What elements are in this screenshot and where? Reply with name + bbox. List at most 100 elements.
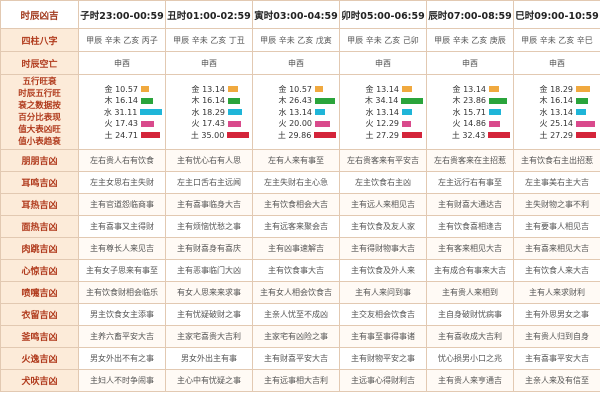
wuxing-bar: [489, 86, 499, 92]
omen-cell: 主有人来问到事: [339, 281, 427, 304]
wuxing-entry: 金 13.14: [343, 83, 423, 95]
omen-cell: 主有忧疑破财之事: [165, 303, 253, 326]
wuxing-value: 31.11: [114, 107, 138, 117]
wuxing-element: 金: [104, 84, 113, 94]
wuxing-text: 水 13.14: [517, 107, 576, 118]
omen-cell: 主失财物之事不利: [513, 193, 600, 216]
wuxing-element: 火: [452, 119, 461, 128]
corner-header: 时辰凶吉: [0, 0, 79, 29]
row-header: 四柱八字: [0, 28, 79, 52]
row-header: 火逸吉凶: [0, 347, 79, 370]
wuxing-value: 16.14: [550, 96, 573, 105]
omen-cell: 主有喜事又主得财: [78, 215, 166, 238]
wuxing-entry: 水 31.11: [82, 106, 162, 118]
wuxing-list: 金 13.14 木 23.86 水 15.71 火 14.86 土 32.43: [430, 83, 510, 141]
wuxing-bar: [140, 109, 162, 115]
wuxing-entry: 木 16.14: [517, 95, 597, 107]
wuxing-element: 金: [539, 84, 548, 94]
sizhu-cell: 甲辰 辛未 乙亥 己卯: [339, 28, 427, 52]
wuxing-element: 火: [191, 119, 200, 128]
wuxing-text: 土 27.29: [517, 130, 576, 141]
wuxing-cell: 金 13.14 木 34.14 水 13.14 火 12.29 土 27.29: [339, 74, 427, 150]
wuxing-text: 金 13.14: [430, 84, 489, 95]
omen-cell: 左主女思右主失财: [78, 171, 166, 194]
omen-row: 耳热吉凶 主有官道怨临商事 主有喜事临身大吉 主有饮食相会大吉 主有远人来相见吉 主有财喜…: [0, 193, 600, 216]
wuxing-text: 火 12.29: [343, 118, 402, 129]
wuxing-bar: [315, 97, 335, 104]
wuxing-bar: [315, 120, 330, 127]
wuxing-value: 13.14: [376, 107, 399, 117]
wuxing-bar: [401, 97, 423, 104]
omen-cell: 主亲人忧至不成凶: [252, 303, 340, 326]
wuxing-list: 金 13.14 木 34.14 水 13.14 火 12.29 土 27.29: [343, 83, 423, 141]
omen-cell: 主心中有忧疑之事: [165, 369, 253, 392]
wuxing-entry: 金 13.14: [430, 83, 510, 95]
wuxing-bar: [576, 109, 586, 115]
wuxing-entry: 金 13.14: [169, 83, 249, 95]
wuxing-text: 土 29.86: [256, 130, 314, 141]
wuxing-entry: 土 29.86: [256, 129, 336, 141]
wuxing-text: 金 18.29: [517, 84, 576, 95]
row-header-line: 五行旺衰: [22, 77, 57, 87]
row-header: 衣留吉凶: [0, 303, 79, 326]
omen-cell: 左主失财右主心急: [252, 171, 340, 194]
wuxing-text: 木 23.86: [430, 95, 489, 106]
omen-cell: 男主饮食女主添事: [78, 303, 166, 326]
wuxing-value: 18.29: [202, 107, 225, 117]
wuxing-bar: [576, 86, 590, 92]
omen-row: 釜鸣吉凶 主养六畜平安大吉 主家宅喜贵大吉利 主家宅有凶险之事 主有事至事得事诸 主有喜收…: [0, 325, 600, 348]
wuxing-element: 水: [365, 107, 374, 117]
sizhu-cell: 甲辰 辛未 乙亥 庚辰: [426, 28, 514, 52]
wuxing-bar: [228, 120, 241, 127]
wuxing-value: 17.43: [115, 119, 138, 128]
omen-cell: 主家宅喜贵大吉利: [165, 325, 253, 348]
wuxing-text: 火 25.14: [517, 118, 576, 129]
wuxing-value: 13.14: [289, 107, 312, 117]
row-header-line: 值大表凶旺: [18, 125, 61, 135]
row-header-line: 百分比表现: [18, 113, 61, 123]
omen-cell: 主有财物平安之事: [339, 347, 427, 370]
hour-header: 卯时05:00-06:59: [339, 0, 427, 29]
wuxing-bar: [228, 97, 240, 104]
wuxing-value: 27.29: [376, 130, 399, 140]
wuxing-bar: [141, 86, 149, 92]
row-header: 釜鸣吉凶: [0, 325, 79, 348]
wuxing-value: 13.14: [202, 84, 225, 94]
omen-cell: 主有饮食喜相逢吉: [426, 215, 514, 238]
omen-cell: 主有喜来相见大吉: [513, 237, 600, 260]
wuxing-cell: 金 13.14 木 23.86 水 15.71 火 14.86 土 32.43: [426, 74, 514, 150]
omen-cell: 主养六畜平安大吉: [78, 325, 166, 348]
omen-cell: 主家宅有凶险之事: [252, 325, 340, 348]
wuxing-value: 18.29: [550, 84, 573, 94]
row-header-line: 时辰五行旺: [18, 89, 61, 99]
omen-cell: 主有远事相大吉利: [252, 369, 340, 392]
row-header: 犬吠吉凶: [0, 369, 79, 392]
wuxing-element: 火: [365, 119, 374, 128]
omen-cell: 主有远人来相见吉: [339, 193, 427, 216]
wuxing-entry: 水 13.14: [517, 106, 597, 118]
omen-cell: 主有人来求财利: [513, 281, 600, 304]
wuxing-text: 金 13.14: [343, 84, 402, 95]
wuxing-value: 27.29: [550, 130, 573, 140]
kongwang-cell: 申酉: [339, 51, 427, 75]
wuxing-text: 水 13.14: [256, 107, 315, 118]
omen-cell: 左主饮食右主凶: [339, 171, 427, 194]
omen-cell: 主有要事人相见吉: [513, 215, 600, 238]
wuxing-element: 木: [104, 96, 113, 105]
wuxing-entry: 火 25.14: [517, 118, 597, 130]
wuxing-bar: [228, 109, 242, 115]
sizhu-cell: 甲辰 辛未 乙亥 辛巳: [513, 28, 600, 52]
wuxing-bar: [402, 132, 422, 138]
wuxing-cell: 金 18.29 木 16.14 水 13.14 火 25.14 土 27.29: [513, 74, 600, 150]
omen-cell: 主有凶事速解吉: [252, 237, 340, 260]
wuxing-cell: 金 10.57 木 26.43 水 13.14 火 20.00 土 29.86: [252, 74, 340, 150]
wuxing-entry: 火 12.29: [343, 118, 423, 130]
wuxing-entry: 水 15.71: [430, 106, 510, 118]
omen-cell: 主有恶事临门大凶: [165, 259, 253, 282]
wuxing-value: 24.71: [115, 130, 138, 140]
wuxing-bar: [228, 86, 238, 92]
wuxing-bar: [402, 109, 412, 115]
wuxing-bar: [576, 132, 596, 138]
wuxing-bar: [488, 132, 510, 138]
row-header: 肉跳吉凶: [0, 237, 79, 260]
